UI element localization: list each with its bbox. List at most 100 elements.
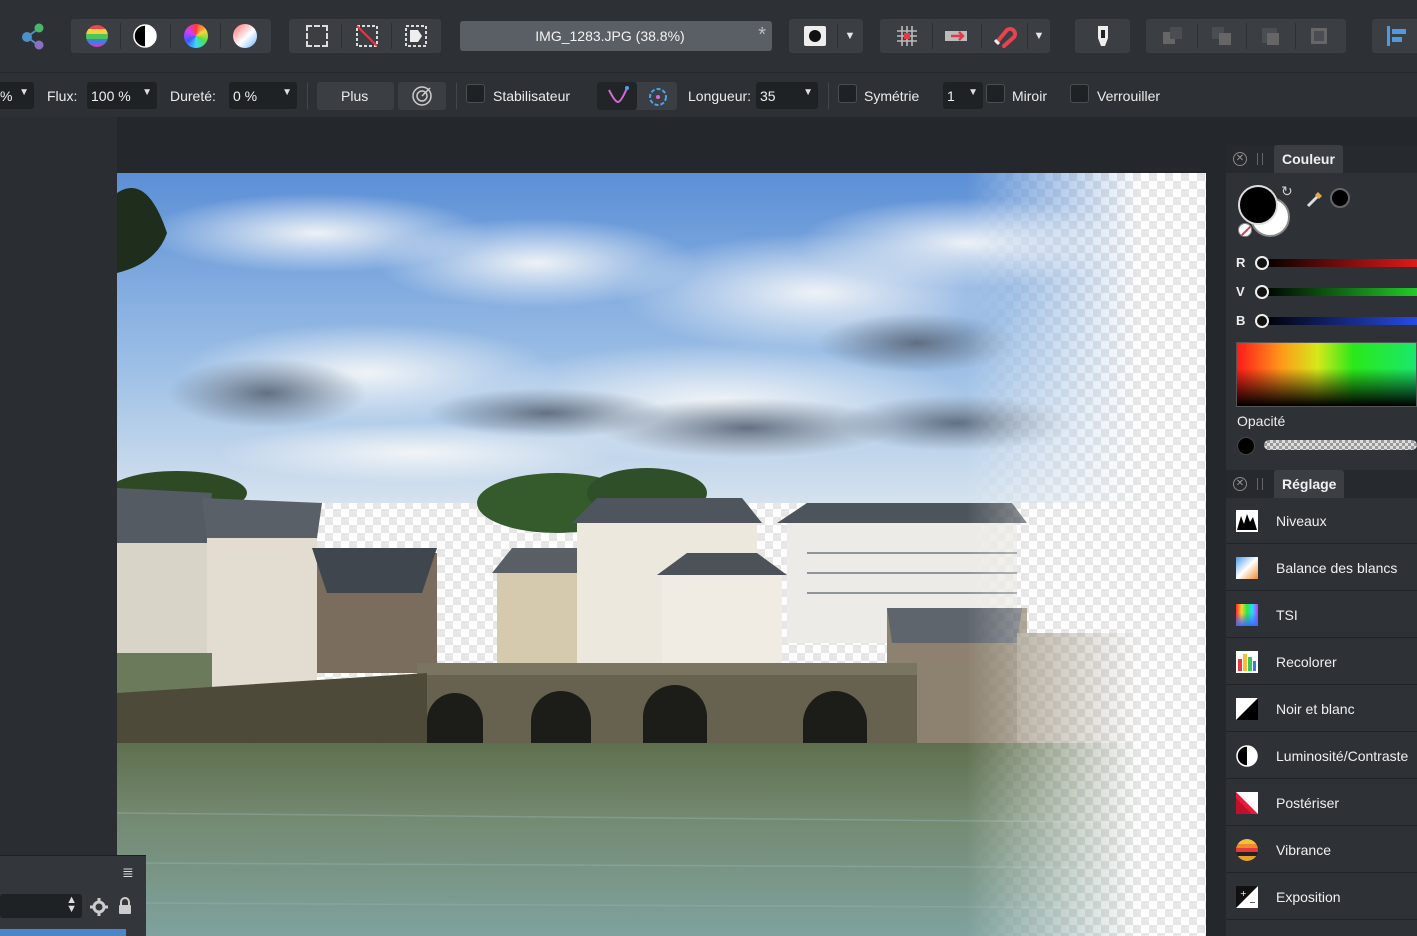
arrange-icon[interactable] — [1150, 19, 1196, 53]
blue-slider-track[interactable] — [1262, 317, 1417, 325]
blend-mode-field[interactable]: ▲ ▼ — [0, 894, 82, 918]
hsl-icon — [1236, 604, 1258, 626]
adjust-item-hsl[interactable]: TSI — [1226, 592, 1417, 638]
chevron-down-icon: ▼ — [968, 87, 978, 98]
tab-adjustment[interactable]: Réglage — [1274, 470, 1345, 498]
align-icon[interactable] — [1376, 19, 1417, 53]
adjustment-quick-group — [71, 19, 271, 53]
svg-text:−: − — [1249, 898, 1256, 907]
rope-mode-button[interactable] — [597, 82, 637, 110]
green-slider-track[interactable] — [1262, 288, 1417, 296]
eyedropper-icon[interactable] — [1305, 187, 1327, 209]
window-icon — [649, 88, 667, 106]
adjust-item-brightness-contrast[interactable]: Luminosité/Contraste — [1226, 733, 1417, 779]
no-color-icon[interactable] — [1238, 223, 1252, 237]
snapping-group: ▼ — [880, 19, 1050, 53]
flux-field[interactable]: 100 % ▼ — [87, 82, 157, 109]
levels-icon — [1236, 510, 1258, 532]
arrange-front-icon[interactable] — [1297, 19, 1343, 53]
adjust-label-levels: Niveaux — [1276, 513, 1327, 529]
blue-label: B — [1236, 313, 1246, 328]
color-swatches[interactable]: ↻ — [1238, 183, 1293, 240]
adjust-item-levels[interactable]: Niveaux — [1226, 498, 1417, 544]
adjust-panel-tabbar: ✕ Réglage — [1226, 470, 1417, 498]
symmetry-checkbox[interactable] — [838, 84, 857, 103]
more-button[interactable]: Plus — [317, 82, 394, 110]
adjust-item-white-balance[interactable]: Balance des blancs — [1226, 545, 1417, 591]
grid-icon[interactable] — [886, 19, 928, 53]
adjust-label-white-balance: Balance des blancs — [1276, 560, 1398, 576]
adjust-item-recolor[interactable]: Recolorer — [1226, 639, 1417, 685]
adjust-label-recolor: Recolorer — [1276, 654, 1337, 670]
window-mode-button[interactable] — [639, 82, 677, 110]
brush-tip-icon[interactable] — [1081, 19, 1125, 53]
invert-selection-icon[interactable] — [393, 19, 438, 53]
chevron-down-icon: ▼ — [142, 87, 152, 98]
color-panel-tabbar: ✕ Couleur — [1226, 145, 1417, 173]
white-balance-icon — [1236, 557, 1258, 579]
document-canvas[interactable] — [117, 173, 1206, 936]
swap-colors-icon[interactable]: ↻ — [1281, 183, 1293, 200]
opacity-slider[interactable] — [1264, 440, 1417, 450]
color-balance-icon[interactable] — [77, 19, 117, 53]
adjust-label-hsl: TSI — [1276, 607, 1298, 623]
posterize-icon — [1236, 792, 1258, 814]
symmetry-count-field[interactable]: 1 ▼ — [943, 82, 983, 109]
more-button-label: Plus — [341, 88, 369, 104]
align-group — [1372, 19, 1417, 53]
arrow-icon[interactable] — [934, 19, 978, 53]
left-panel — [0, 117, 117, 936]
chevron-down-icon: ▼ — [282, 87, 292, 98]
brush-options-button[interactable] — [398, 82, 446, 110]
document-close-icon[interactable]: * — [758, 24, 766, 47]
share-icon[interactable] — [14, 19, 52, 53]
tab-color[interactable]: Couleur — [1274, 145, 1343, 173]
contrast-icon[interactable] — [125, 19, 165, 53]
hardness-value: 0 % — [233, 88, 258, 104]
symmetry-label: Symétrie — [864, 88, 920, 104]
stabilizer-checkbox[interactable] — [466, 84, 485, 103]
opacity-swatch — [1237, 437, 1255, 455]
mirror-checkbox[interactable] — [986, 84, 1005, 103]
adjust-label-vibrance: Vibrance — [1276, 842, 1332, 858]
document-tab[interactable]: IMG_1283.JPG (38.8%) * — [460, 21, 772, 51]
selection-group — [289, 19, 441, 53]
adjust-item-exposure[interactable]: + − Exposition — [1226, 874, 1417, 920]
snap-magnet-icon[interactable] — [983, 19, 1025, 53]
snap-dropdown-icon[interactable]: ▼ — [1029, 19, 1049, 53]
red-slider-knob[interactable] — [1255, 256, 1269, 270]
marquee-icon[interactable] — [294, 19, 339, 53]
lock-checkbox[interactable] — [1070, 84, 1089, 103]
hardness-field[interactable]: 0 % ▼ — [229, 82, 297, 109]
rope-icon — [608, 86, 629, 104]
adjust-item-vibrance[interactable]: Vibrance — [1226, 827, 1417, 873]
close-icon[interactable]: ✕ — [1233, 477, 1247, 491]
grip-icon[interactable] — [1257, 153, 1263, 165]
color-spectrum[interactable] — [1236, 342, 1417, 407]
grip-icon[interactable] — [1257, 478, 1263, 490]
green-slider-knob[interactable] — [1255, 285, 1269, 299]
selected-layer-row[interactable] — [0, 929, 126, 936]
deselect-icon[interactable] — [344, 19, 389, 53]
opacity-label: Opacité — [1237, 413, 1286, 429]
hue-wheel-icon[interactable] — [176, 19, 216, 53]
red-slider-track[interactable] — [1262, 259, 1417, 267]
mask-dropdown-icon[interactable]: ▼ — [839, 19, 861, 53]
recolor-icon — [1236, 651, 1258, 673]
picked-color-swatch[interactable] — [1330, 188, 1350, 208]
gear-icon[interactable] — [90, 898, 108, 916]
adjust-item-posterize[interactable]: Postériser — [1226, 780, 1417, 826]
adjust-item-black-white[interactable]: Noir et blanc — [1226, 686, 1417, 732]
chevron-down-icon: ▼ — [803, 87, 813, 98]
arrange-back-icon[interactable] — [1199, 19, 1245, 53]
lock-icon[interactable] — [118, 897, 132, 915]
arrange-forward-icon[interactable] — [1248, 19, 1294, 53]
close-icon[interactable]: ✕ — [1233, 152, 1247, 166]
panel-menu-icon[interactable]: ≣ — [122, 864, 134, 881]
mask-icon[interactable] — [795, 19, 835, 53]
length-field[interactable]: 35 ▼ — [756, 82, 818, 109]
blue-slider-knob[interactable] — [1255, 314, 1269, 328]
gradient-icon[interactable] — [225, 19, 265, 53]
primary-color-swatch[interactable] — [1238, 185, 1278, 225]
width-field[interactable]: % ▼ — [0, 82, 34, 109]
